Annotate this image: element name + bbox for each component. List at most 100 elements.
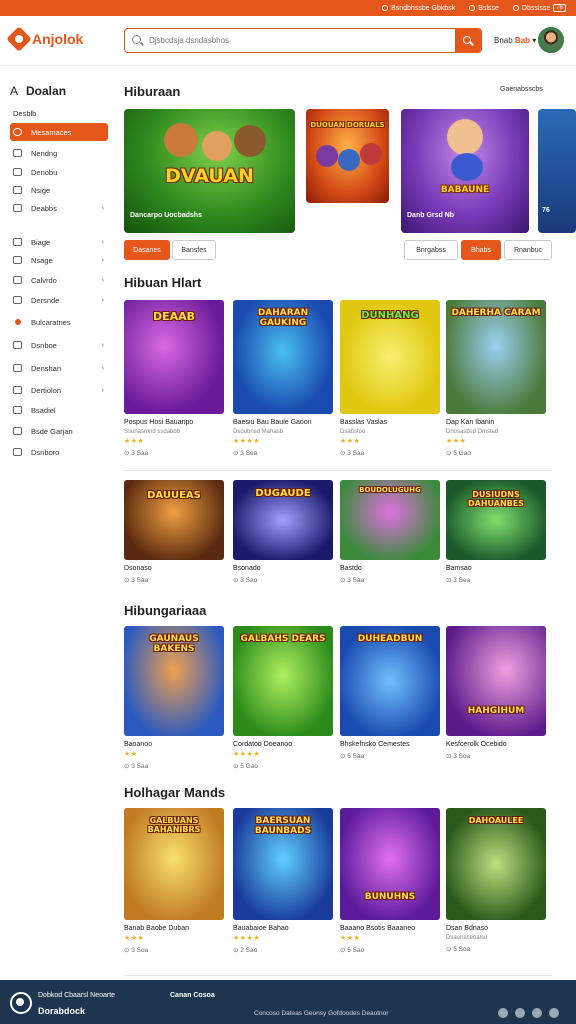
game-card[interactable]: BUNUHNS Baaano Bsotis Baaaneo ★★★ ⊙ 5 Sa…: [340, 808, 440, 954]
footer-brand: Dorabdock: [38, 1006, 86, 1016]
filter-chip-4[interactable]: Bhabs: [461, 240, 501, 260]
sidebar-item-13[interactable]: Denshan ›: [10, 359, 108, 377]
game-meta: ⊙ 5 Soa: [446, 946, 471, 953]
sidebar-item-2[interactable]: Mesamaces: [10, 123, 108, 141]
featured-banner-4[interactable]: 76: [538, 109, 576, 233]
youtube-icon[interactable]: [549, 1008, 559, 1018]
game-card[interactable]: BAERSUAN BAUNBADS Bauabaioe Bahao ★★★★ ⊙…: [233, 808, 333, 954]
game-card[interactable]: DAHOAULEE Dsan Bdnaso Dsaonasebalsu ⊙ 5 …: [446, 808, 546, 953]
instagram-icon[interactable]: [532, 1008, 542, 1018]
user-label[interactable]: Bnab Bab ▾: [494, 36, 536, 45]
rating-stars: ★★★★: [233, 935, 261, 942]
featured-banner-2[interactable]: DUOUAN DORUALS: [306, 109, 389, 203]
facebook-icon[interactable]: [498, 1008, 508, 1018]
sidebar-item-15[interactable]: Bsadiel: [10, 401, 108, 419]
sidebar-item-3[interactable]: Nendng: [10, 144, 108, 162]
filter-chip-1[interactable]: Dasanes: [124, 240, 170, 260]
game-card[interactable]: DUGAUDE Bsonado ⊙ 3 Sao: [233, 480, 333, 584]
search-input[interactable]: [145, 36, 455, 45]
filter-chip-3[interactable]: Bnrgabss: [404, 240, 458, 260]
bell-icon: [512, 5, 519, 11]
game-meta: ⊙ 5 Gao: [233, 763, 258, 770]
game-thumbnail: DEAAB: [124, 300, 224, 414]
game-card[interactable]: DUHEADBUN Bhskefnsko Cemestes ⊙ 5 Saa: [340, 626, 440, 760]
game-meta: ⊙ 5 Gao: [446, 450, 471, 457]
featured-banner-1[interactable]: DVAUAN Dancarpo Uocbadshs: [124, 109, 295, 233]
banner-title: DVAUAN: [165, 165, 254, 187]
game-name: Cordatoo Doeanoo: [233, 741, 293, 748]
box-icon: [13, 341, 22, 349]
featured-banner-3[interactable]: BABAUNE Danb Grsd Nb: [401, 109, 529, 233]
folder-icon: [13, 238, 22, 246]
rating-stars: ★★★: [446, 438, 467, 445]
game-card[interactable]: GALBAHS DEARS Cordatoo Doeanoo ★★★★ ⊙ 5 …: [233, 626, 333, 770]
game-card[interactable]: DEAAB Pospus Hosi Bauanpo Ssunasmnd ssda…: [124, 300, 224, 457]
sidebar-item-14[interactable]: Dertiolon ›: [10, 381, 108, 399]
filter-chip-5[interactable]: Rnanbuc: [504, 240, 552, 260]
header: Anjolok Bnab Bab ▾: [0, 16, 576, 66]
sidebar-item-1[interactable]: Desblb: [10, 104, 108, 122]
rating-stars: ★★: [124, 751, 138, 758]
sidebar-item-5[interactable]: Nsige: [10, 181, 108, 199]
game-thumbnail: DUSIUDNS DAHUANBES: [446, 480, 546, 560]
sidebar-item-4[interactable]: Denobu: [10, 163, 108, 181]
game-card[interactable]: GALBUANS BAHANIBRS Banab Baobe Duban ★★★…: [124, 808, 224, 954]
game-name: Bhskefnsko Cemestes: [340, 741, 410, 748]
game-thumbnail: DAHARAN GAUKING: [233, 300, 333, 414]
chevron-right-icon: ›: [101, 276, 104, 284]
see-all-link[interactable]: Gaenabsscbs: [500, 86, 543, 93]
game-thumbnail: GALBUANS BAHANIBRS: [124, 808, 224, 920]
game-meta: ⊙ 3 Saa: [340, 577, 365, 584]
twitter-icon[interactable]: [515, 1008, 525, 1018]
chevron-right-icon: ›: [101, 386, 104, 394]
game-thumbnail: BUNUHNS: [340, 808, 440, 920]
sidebar: A Doalan Desblb Mesamaces Nendng Denobu N…: [0, 66, 114, 486]
character-art: [451, 153, 483, 181]
game-card[interactable]: BOUDOLUGUHG Bastdo ⊙ 3 Saa: [340, 480, 440, 584]
sidebar-item-16[interactable]: Bsde Garjan: [10, 422, 108, 440]
topbar-link-3[interactable]: Dbsslsse 76: [512, 4, 566, 12]
game-card[interactable]: DAHERHA CARAM Dap Kan Ibanin Dnosasbsd D…: [446, 300, 546, 457]
game-subtitle: Dsaonasebalsu: [446, 935, 488, 941]
chevron-right-icon: ›: [101, 256, 104, 264]
footer-column-title: Canan Cosoa: [170, 992, 215, 999]
filter-chip-2[interactable]: Bansfes: [172, 240, 216, 260]
chevron-right-icon: ›: [101, 364, 104, 372]
game-name: Dsonaso: [124, 565, 152, 572]
sidebar-item-10[interactable]: Dersnde ›: [10, 291, 108, 309]
top-bar: Bsndbhssbe Gbkbsk Bslsse Dbsslsse 76: [0, 0, 576, 16]
game-meta: ⊙ 3 Saa: [340, 450, 365, 457]
game-meta: ⊙ 3 Sea: [233, 450, 258, 457]
search-button[interactable]: [455, 29, 481, 52]
game-card[interactable]: DUNHANG Basslas Vaslas Dsabstoo ★★★ ⊙ 3 …: [340, 300, 440, 457]
sidebar-item-11[interactable]: Bulcaratnes: [10, 313, 108, 331]
chevron-right-icon: ›: [101, 341, 104, 349]
sidebar-item-12[interactable]: Dsnboe ›: [10, 336, 108, 354]
game-name: Baoanoo: [124, 741, 153, 748]
divider: [124, 470, 552, 471]
tag-icon: [13, 186, 22, 194]
sidebar-item-6[interactable]: Deabbs ›: [10, 199, 108, 217]
game-name: Dap Kan Ibanin: [446, 419, 495, 426]
game-card[interactable]: DAUUEAS Dsonaso ⊙ 3 Saa: [124, 480, 224, 584]
sidebar-item-7[interactable]: Biage ›: [10, 233, 108, 251]
calendar-icon: [13, 276, 22, 284]
sidebar-item-8[interactable]: Nsage ›: [10, 251, 108, 269]
game-card[interactable]: GAUNAUS BAKENS Baoanoo ★★ ⊙ 3 Saa: [124, 626, 224, 770]
topbar-link-2[interactable]: Bslsse: [469, 5, 499, 12]
mail-icon: [13, 406, 22, 414]
avatar[interactable]: [538, 27, 564, 53]
game-card[interactable]: DUSIUDNS DAHUANBES Bamsao ⊙ 3 Sea: [446, 480, 546, 584]
site-logo[interactable]: Anjolok: [6, 26, 83, 52]
character-art: [164, 123, 198, 157]
topbar-link-1[interactable]: Bsndbhssbe Gbkbsk: [382, 5, 455, 12]
sidebar-item-9[interactable]: Calvrdo ›: [10, 271, 108, 289]
game-name: Dsan Bdnaso: [446, 925, 489, 932]
game-card[interactable]: HAHGIHUM Kesfcerolk Ocebido ⊙ 3 Soa: [446, 626, 546, 760]
sidebar-item-17[interactable]: Dsnboro: [10, 443, 108, 461]
game-meta: ⊙ 2 Sao: [233, 947, 258, 954]
banner-caption: 76: [542, 207, 550, 214]
fire-icon: [15, 319, 21, 325]
character-art: [234, 125, 266, 157]
game-card[interactable]: DAHARAN GAUKING Baesiu Bau Baule Gaoon D…: [233, 300, 333, 457]
